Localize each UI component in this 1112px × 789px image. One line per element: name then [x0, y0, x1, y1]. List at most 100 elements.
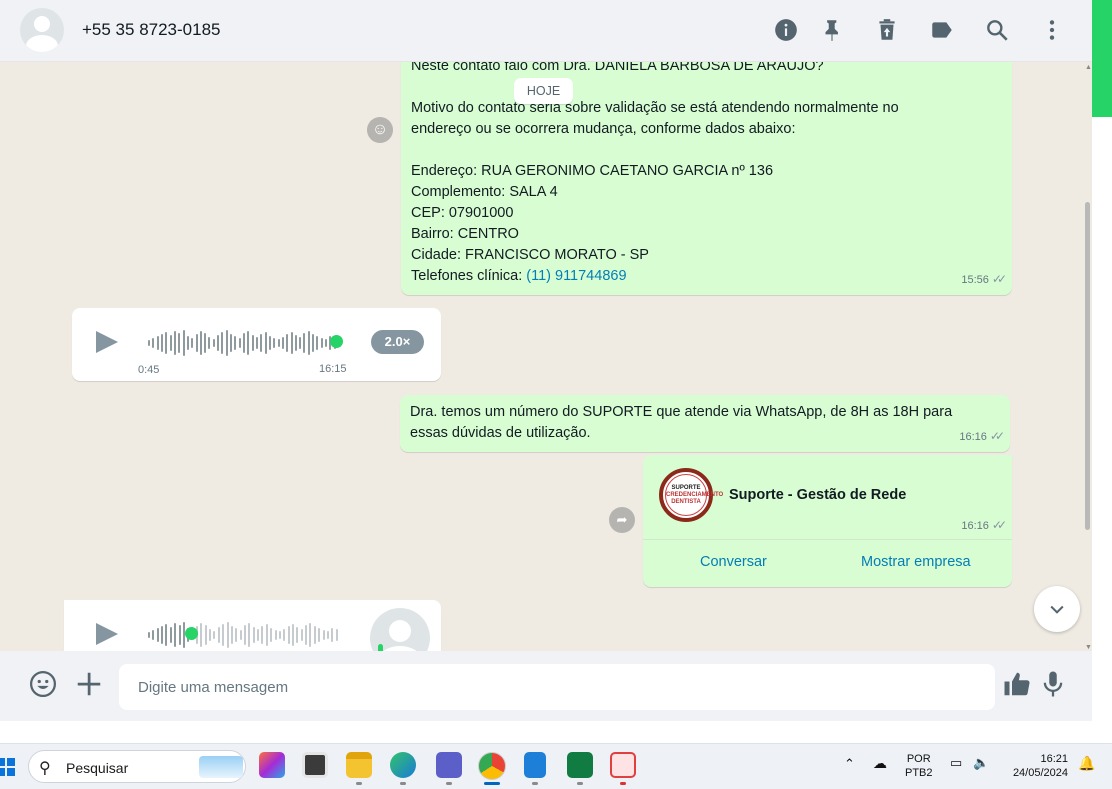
waveform-bar — [261, 626, 264, 644]
clock-date: 24/05/2024 — [1012, 767, 1068, 779]
waveform-bar — [209, 629, 212, 641]
pin-icon[interactable] — [819, 17, 845, 43]
excel-icon[interactable] — [567, 752, 593, 778]
message-line: Cidade: FRANCISCO MORATO - SP — [411, 247, 649, 263]
play-icon[interactable] — [96, 623, 118, 645]
message-meta: 15:56 ✓✓ — [961, 269, 1007, 291]
message-input[interactable] — [119, 664, 995, 710]
message-list[interactable]: Neste contato falo com Dra. DANIELA BARB… — [0, 62, 1092, 651]
taskbar-search[interactable]: ⚲ Pesquisar — [28, 750, 246, 783]
chat-with-contact-button[interactable]: Conversar — [700, 552, 767, 573]
waveform-bar — [270, 628, 273, 642]
waveform-bar — [326, 631, 329, 639]
emoji-react-icon[interactable]: ☺ — [367, 117, 393, 143]
scroll-down-arrow-icon[interactable]: ▼ — [1085, 644, 1092, 651]
waveform-bar — [195, 334, 198, 352]
search-icon: ⚲ — [39, 760, 51, 777]
copilot-app-icon[interactable] — [259, 752, 285, 778]
window-edge — [1092, 117, 1112, 743]
emoji-icon[interactable] — [28, 669, 58, 699]
outgoing-message[interactable]: Dra. temos um número do SUPORTE que aten… — [400, 395, 1010, 452]
network-icon[interactable]: ▭ — [950, 756, 962, 770]
label-icon[interactable] — [929, 17, 955, 43]
waveform-bar — [165, 624, 168, 646]
keyboard-layout: PTB2 — [905, 767, 933, 779]
waveform-bar — [235, 628, 238, 642]
incoming-audio-message[interactable]: 2.0× 0:45 16:15 — [72, 308, 441, 381]
notification-bell-icon[interactable]: 🔔 — [1078, 756, 1095, 770]
waveform-bar — [252, 627, 255, 643]
waveform-bar — [286, 334, 289, 352]
waveform-bar — [335, 629, 338, 641]
contact-card-name: Suporte - Gestão de Rede — [729, 487, 907, 503]
waveform-bar — [169, 335, 172, 351]
chat-scrollbar[interactable]: ▲ ▼ — [1083, 62, 1092, 651]
waveform-bar — [239, 630, 242, 640]
message-line: Dra. temos um número do SUPORTE que aten… — [410, 404, 953, 420]
playback-speed-button[interactable]: 2.0× — [371, 330, 424, 354]
search-icon[interactable] — [984, 17, 1010, 43]
phone-label: Telefones clínica: — [411, 268, 527, 284]
waveform-bar — [234, 336, 237, 350]
waveform-bar — [156, 336, 159, 350]
teams-icon[interactable] — [436, 752, 462, 778]
waveform-bar — [260, 334, 263, 352]
message-line: Bairro: CENTRO — [411, 226, 519, 242]
message-line: Motivo do contato seria sobre validação … — [411, 100, 899, 116]
message-line: Telefones clínica: (11) 911744869 — [411, 266, 1002, 287]
audio-progress-dot[interactable] — [330, 335, 343, 348]
waveform-bar — [322, 630, 325, 640]
waveform-bar — [238, 338, 241, 348]
waveform-bar — [178, 625, 181, 645]
contact-avatar[interactable] — [20, 8, 64, 52]
waveform-bar — [283, 629, 286, 641]
file-explorer-icon[interactable] — [346, 752, 372, 778]
play-icon[interactable] — [96, 331, 118, 353]
language-code: POR — [906, 753, 931, 765]
attach-plus-icon[interactable] — [74, 669, 104, 699]
waveform-bar — [169, 627, 172, 643]
scroll-to-bottom-button[interactable] — [1034, 586, 1080, 632]
message-line: Complemento: SALA 4 — [411, 184, 558, 200]
scrollbar-thumb[interactable] — [1085, 202, 1090, 530]
microphone-icon[interactable] — [1038, 669, 1068, 699]
audio-progress-dot[interactable] — [185, 627, 198, 640]
waveform-bar — [221, 332, 224, 354]
show-business-button[interactable]: Mostrar empresa — [861, 552, 971, 573]
waveform-bar — [290, 332, 293, 354]
snipping-tool-icon[interactable] — [610, 752, 636, 778]
language-indicator[interactable]: POR PTB2 — [905, 752, 933, 780]
thumbs-up-icon[interactable] — [1002, 669, 1032, 699]
waveform-bar — [313, 626, 316, 644]
incoming-audio-message[interactable] — [64, 600, 441, 651]
task-view-icon[interactable] — [302, 752, 328, 778]
forward-icon[interactable]: ➦ — [609, 507, 635, 533]
clock-time: 16:21 — [1040, 753, 1068, 765]
message-time: 16:15 — [319, 363, 347, 375]
waveform-bar — [173, 331, 176, 355]
show-hidden-icons[interactable]: ⌃ — [844, 757, 855, 771]
waveform-bar — [199, 331, 202, 355]
waveform-bar — [331, 628, 334, 642]
clock[interactable]: 16:21 24/05/2024 — [1004, 752, 1068, 780]
outgoing-message[interactable]: Neste contato falo com Dra. DANIELA BARB… — [401, 62, 1012, 295]
onedrive-offline-icon[interactable]: ☁ — [873, 756, 887, 770]
delete-icon[interactable] — [874, 17, 900, 43]
edge-browser-icon[interactable] — [390, 752, 416, 778]
waveform-bar — [255, 337, 258, 349]
notepad-icon[interactable] — [524, 752, 546, 778]
waveform-bar — [225, 330, 228, 356]
scroll-up-arrow-icon[interactable]: ▲ — [1085, 64, 1092, 71]
info-icon[interactable] — [773, 17, 799, 43]
outgoing-contact-card[interactable]: SUPORTE CREDENCIAMENTO DENTISTA Suporte -… — [643, 455, 1012, 587]
phone-link[interactable]: (11) 911744869 — [526, 268, 626, 284]
menu-icon[interactable] — [1039, 17, 1065, 43]
audio-waveform[interactable] — [148, 328, 338, 358]
audio-waveform[interactable] — [148, 620, 340, 650]
waveform-bar — [148, 340, 150, 346]
chrome-icon[interactable] — [478, 752, 506, 780]
contact-name[interactable]: +55 35 8723-0185 — [82, 20, 221, 40]
waveform-bar — [230, 334, 233, 352]
windows-start-icon[interactable] — [0, 758, 15, 776]
volume-icon[interactable]: 🔈 — [973, 756, 989, 770]
